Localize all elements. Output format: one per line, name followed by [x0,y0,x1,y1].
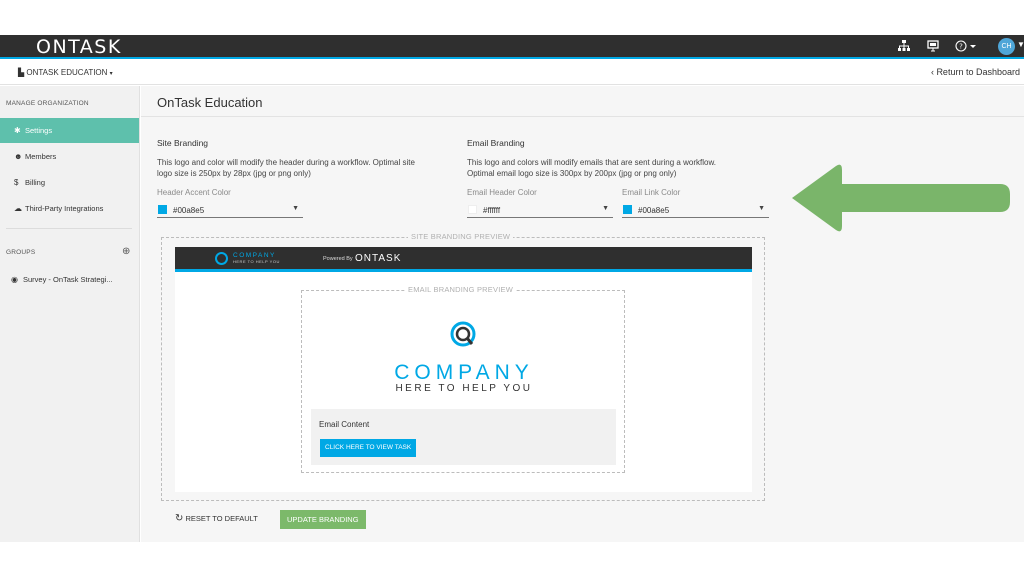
building-icon: ▙ [18,68,25,77]
screen: ONTASK ? CH ▼ ▙ ONTASK EDUCATION ▾ ‹ Ret… [0,0,1024,576]
email-link-color-select[interactable]: #00a8e5 ▼ [622,202,769,218]
sidebar-item-settings[interactable]: ✱ Settings [0,118,139,143]
manage-org-heading: MANAGE ORGANIZATION [6,100,89,107]
color-swatch [158,205,167,214]
email-branding-heading: Email Branding [467,138,525,148]
cloud-icon: ☁ [14,204,22,213]
company-logo-icon [215,252,228,265]
site-branding-desc-2: logo size is 250px by 28px (jpg or png o… [157,169,311,178]
email-link-color-value: #00a8e5 [638,206,670,215]
sidebar-item-label: Survey - OnTask Strategi... [23,275,113,284]
powered-by-label: Powered By [323,256,353,262]
help-icon[interactable]: ? [955,39,979,53]
view-task-button[interactable]: CLICK HERE TO VIEW TASK [320,439,417,457]
site-branding-heading: Site Branding [157,138,209,148]
sidebar-item-label: Billing [25,178,46,187]
top-navbar: ONTASK ? CH ▼ [0,35,1024,59]
email-content-box: Email Content CLICK HERE TO VIEW TASK [311,409,616,465]
caret-down-icon: ▼ [292,205,299,212]
main-content: OnTask Education Site Branding This logo… [141,86,1024,542]
preview-canvas: COMPANY HERE TO HELP YOU Powered By ONTA… [175,247,752,492]
presentation-icon[interactable] [926,39,940,53]
arrow-left-icon [792,164,1010,232]
sitemap-icon[interactable] [897,39,911,53]
email-branding-desc-2: Optimal email logo size is 300px by 200p… [467,169,677,178]
preview-header: COMPANY HERE TO HELP YOU Powered By ONTA… [175,247,752,272]
sidebar-item-group[interactable]: ◉ Survey - OnTask Strategi... [0,267,139,291]
reset-label: RESET TO DEFAULT [185,514,258,523]
reset-to-default-button[interactable]: ↻ RESET TO DEFAULT [175,513,258,524]
color-swatch [468,205,477,214]
email-content-label: Email Content [319,420,370,429]
preview-company-tagline: HERE TO HELP YOU [233,259,280,264]
sidebar-item-label: Members [25,152,57,161]
email-branding-preview: EMAIL BRANDING PREVIEW COMPANY HERE TO H… [301,285,625,473]
org-switcher[interactable]: ▙ ONTASK EDUCATION ▾ [18,68,113,77]
email-header-color-label: Email Header Color [467,188,537,197]
org-switcher-label: ONTASK EDUCATION [26,68,108,77]
gear-icon: ✱ [14,126,21,135]
users-icon: ☻ [14,152,23,161]
plus-circle-icon[interactable]: ⊕ [122,246,130,257]
sidebar-item-integrations[interactable]: ☁ Third-Party Integrations [0,196,139,220]
page-title: OnTask Education [157,95,263,110]
header-accent-color-select[interactable]: #00a8e5 ▼ [157,202,303,218]
refresh-icon: ↻ [175,513,184,524]
groups-heading: GROUPS [6,249,36,256]
svg-text:?: ? [959,43,963,51]
preview-company-logo: COMPANY [233,252,276,259]
email-preview-legend: EMAIL BRANDING PREVIEW [405,285,516,294]
update-branding-button[interactable]: UPDATE BRANDING [280,510,366,529]
avatar[interactable]: CH [998,38,1015,55]
caret-down-icon: ▼ [758,205,765,212]
org-bar: ▙ ONTASK EDUCATION ▾ ‹ Return to Dashboa… [0,61,1024,85]
email-company-tagline: HERE TO HELP YOU [395,383,533,394]
email-company-name: COMPANY [394,361,534,384]
powered-by-logo: ONTASK [355,253,402,264]
sidebar-item-label: Third-Party Integrations [25,204,104,213]
site-preview-legend: SITE BRANDING PREVIEW [408,232,514,241]
caret-down-icon: ▼ [602,205,609,212]
title-bar: OnTask Education [141,86,1024,117]
sidebar: MANAGE ORGANIZATION ✱ Settings ☻ Members… [0,86,140,542]
email-header-color-select[interactable]: #ffffff ▼ [467,202,613,218]
sidebar-divider [6,228,132,229]
workflow-icon: ◉ [11,275,18,284]
sidebar-item-label: Settings [25,126,53,135]
email-branding-desc-1: This logo and colors will modify emails … [467,158,716,167]
return-to-dashboard-link[interactable]: ‹ Return to Dashboard [931,67,1020,77]
chevron-down-icon[interactable]: ▼ [1017,40,1024,49]
sidebar-item-billing[interactable]: $ Billing [0,170,139,194]
company-logo-icon [450,321,476,347]
color-swatch [623,205,632,214]
dollar-icon: $ [14,178,19,187]
site-branding-preview: SITE BRANDING PREVIEW COMPANY HERE TO HE… [161,232,765,501]
header-accent-value: #00a8e5 [173,206,205,215]
sidebar-item-members[interactable]: ☻ Members [0,144,139,168]
email-link-color-label: Email Link Color [622,188,681,197]
email-header-color-value: #ffffff [483,206,501,215]
chevron-down-icon: ▾ [109,71,113,77]
header-accent-label: Header Accent Color [157,188,231,197]
site-branding-desc-1: This logo and color will modify the head… [157,158,415,167]
app-logo[interactable]: ONTASK [36,36,122,58]
return-link-label: Return to Dashboard [936,67,1020,77]
